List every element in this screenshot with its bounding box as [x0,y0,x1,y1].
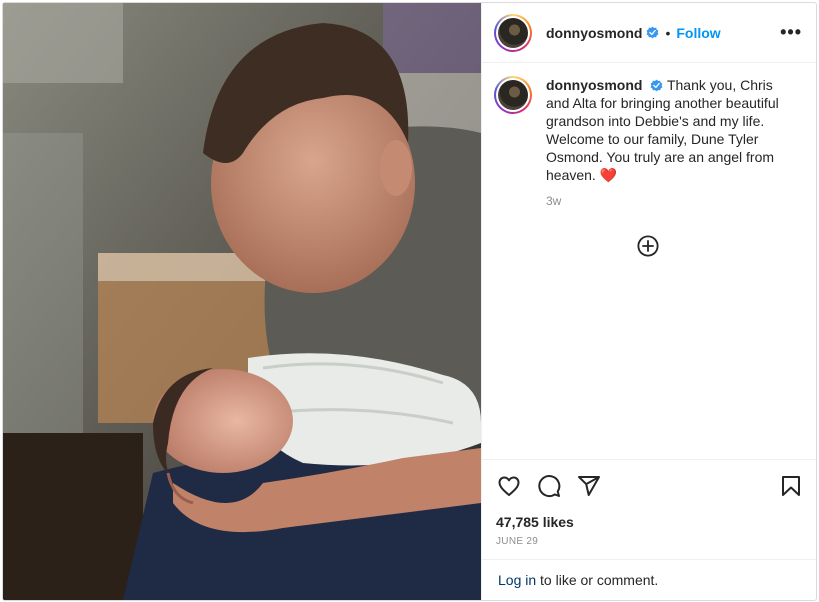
post-photo[interactable] [3,3,481,600]
comment-icon[interactable] [536,473,562,499]
action-bar [482,459,816,512]
follow-button[interactable]: Follow [676,25,720,41]
instagram-post: donnyosmond • Follow ••• donnyosmond Tha… [2,2,817,601]
like-count[interactable]: 47,785 likes [482,514,816,530]
heart-icon[interactable] [496,473,522,499]
avatar[interactable] [494,13,532,52]
more-options-icon[interactable]: ••• [780,22,802,43]
caption: donnyosmond Thank you, Chris and Alta fo… [494,76,802,210]
caption-body: donnyosmond Thank you, Chris and Alta fo… [546,76,798,210]
post-date: JUNE 29 [496,536,539,547]
caption-avatar[interactable] [494,76,532,114]
comments-section: donnyosmond Thank you, Chris and Alta fo… [482,63,816,459]
caption-timestamp[interactable]: 3w [546,192,798,210]
login-prompt-text: to like or comment. [536,572,659,588]
separator-dot: • [665,24,671,41]
login-link[interactable]: Log in [498,572,536,588]
header-username[interactable]: donnyosmond [546,25,642,41]
share-icon[interactable] [576,473,602,499]
bookmark-icon[interactable] [778,473,804,499]
load-more-comments-icon[interactable] [637,235,659,257]
caption-username[interactable]: donnyosmond [546,77,642,93]
verified-badge-icon [647,26,659,39]
photo-illustration [3,3,481,600]
login-prompt: Log in to like or comment. [482,559,816,600]
post-sidebar: donnyosmond • Follow ••• donnyosmond Tha… [481,3,816,600]
verified-badge-icon [650,79,663,92]
post-header: donnyosmond • Follow ••• [482,3,816,63]
